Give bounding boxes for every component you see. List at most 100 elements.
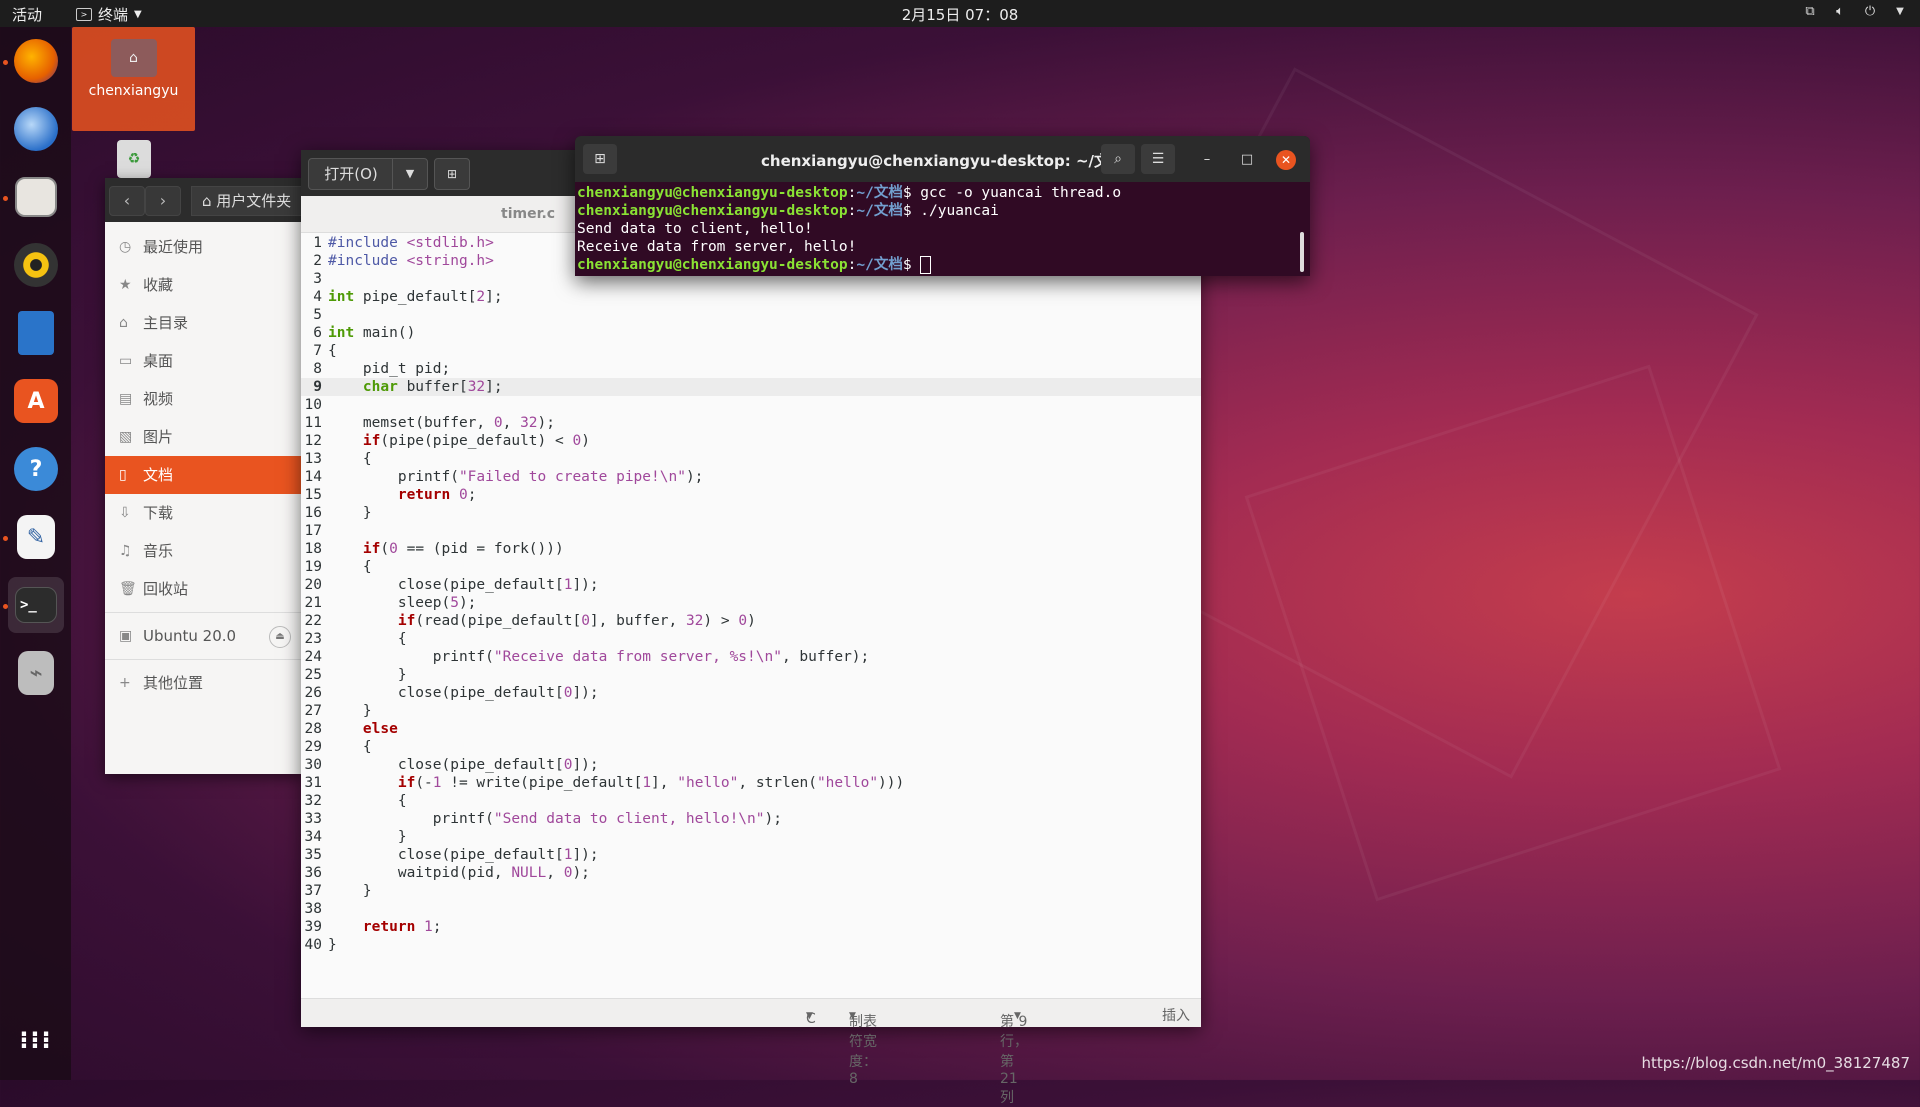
desktop-trash[interactable]: ♻ — [112, 140, 156, 180]
thunderbird-icon — [14, 107, 58, 151]
dock-writer[interactable] — [8, 305, 64, 361]
code-line[interactable]: 16 } — [301, 504, 1201, 522]
code-line[interactable]: 19 { — [301, 558, 1201, 576]
dock-usb-drive[interactable]: ⌁ — [8, 645, 64, 701]
code-view[interactable]: 1 #include <stdlib.h> 2 #include <string.h>… — [301, 234, 1201, 954]
menu-button[interactable]: ☰ — [1141, 144, 1175, 174]
code-line[interactable]: 7{ — [301, 342, 1201, 360]
maximize-icon: □ — [1240, 152, 1254, 167]
hamburger-icon: ☰ — [1151, 151, 1165, 167]
code-line[interactable]: 40} — [301, 936, 1201, 954]
sidebar-item-downloads[interactable]: ⇩ 下载 — [105, 494, 305, 532]
code-line[interactable]: 26 close(pipe_default[0]); — [301, 684, 1201, 702]
back-button[interactable]: ‹ — [109, 186, 145, 216]
star-icon: ★ — [119, 277, 132, 293]
dock-rhythmbox[interactable] — [8, 237, 64, 293]
code-line[interactable]: 39 return 1; — [301, 918, 1201, 936]
code-line[interactable]: 10 — [301, 396, 1201, 414]
desktop-home-label: chenxiangyu — [88, 83, 179, 99]
code-line[interactable]: 21 sleep(5); — [301, 594, 1201, 612]
sidebar-item-videos[interactable]: ▤ 视频 — [105, 380, 305, 418]
code-line[interactable]: 5 — [301, 306, 1201, 324]
code-line[interactable]: 12 if(pipe(pipe_default) < 0) — [301, 432, 1201, 450]
code-line[interactable]: 17 — [301, 522, 1201, 540]
breadcrumb[interactable]: ⌂ 用户文件夹 — [191, 186, 305, 216]
sidebar: ◷ 最近使用 ★ 收藏 ⌂ 主目录 ▭ 桌面 ▤ 视频 ▧ 图片 ▯ 文档 ⇩ 下载 ♫ 音乐 🗑… — [105, 222, 305, 702]
system-tray[interactable]: ⧉ 🔈︎ ⏻ ▼ — [1802, 2, 1908, 22]
sidebar-item-other-locations[interactable]: + 其他位置 — [105, 664, 305, 702]
sidebar-item-documents[interactable]: ▯ 文档 — [105, 456, 305, 494]
code-line[interactable]: 6 int main() — [301, 324, 1201, 342]
code-line[interactable]: 35 close(pipe_default[1]); — [301, 846, 1201, 864]
minimize-button[interactable]: – — [1197, 150, 1217, 170]
sidebar-item-label: 最近使用 — [143, 238, 204, 256]
dock-software[interactable]: A — [8, 373, 64, 429]
writer-icon — [18, 311, 54, 355]
code-line[interactable]: 14 printf("Failed to create pipe!\n"); — [301, 468, 1201, 486]
code-line[interactable]: 22 if(read(pipe_default[0], buffer, 32) … — [301, 612, 1201, 630]
rhythmbox-icon — [14, 243, 58, 287]
scrollbar[interactable] — [1300, 232, 1304, 272]
close-icon: ✕ — [1280, 153, 1292, 167]
clock[interactable]: 2月15日 07：08 — [0, 4, 1920, 25]
terminal-line: chenxiangyu@chenxiangyu-desktop:~/文档$ — [577, 256, 1121, 274]
dock-help[interactable]: ? — [8, 441, 64, 497]
tab-timer-c[interactable]: timer.c — [501, 206, 555, 222]
open-dropdown-button[interactable]: ▼ — [392, 158, 428, 190]
code-line[interactable]: 15 return 0; — [301, 486, 1201, 504]
close-button[interactable]: ✕ — [1276, 150, 1296, 170]
dock-files[interactable] — [8, 169, 64, 225]
open-button[interactable]: 打开(O) — [308, 158, 394, 190]
code-line[interactable]: 24 printf("Receive data from server, %s!… — [301, 648, 1201, 666]
code-line[interactable]: 9 char buffer[32]; — [301, 378, 1201, 396]
dock-thunderbird[interactable] — [8, 101, 64, 157]
sidebar-item-trash[interactable]: 🗑︎ 回收站 — [105, 570, 305, 608]
maximize-button[interactable]: □ — [1237, 150, 1257, 170]
text-editor-icon: ✎ — [17, 515, 55, 559]
dock-text-editor[interactable]: ✎ — [8, 509, 64, 565]
code-line[interactable]: 11 memset(buffer, 0, 32); — [301, 414, 1201, 432]
code-line[interactable]: 8 pid_t pid; — [301, 360, 1201, 378]
home-icon: ⌂ — [119, 315, 128, 331]
code-line[interactable]: 36 waitpid(pid, NULL, 0); — [301, 864, 1201, 882]
activities-button[interactable]: 活动 — [12, 4, 42, 25]
code-line[interactable]: 37 } — [301, 882, 1201, 900]
sidebar-item-starred[interactable]: ★ 收藏 — [105, 266, 305, 304]
code-line[interactable]: 18 if(0 == (pid = fork())) — [301, 540, 1201, 558]
sidebar-item-recent[interactable]: ◷ 最近使用 — [105, 228, 305, 266]
dock-terminal[interactable]: >_ — [8, 577, 64, 633]
code-line[interactable]: 20 close(pipe_default[1]); — [301, 576, 1201, 594]
cursor-position-label: 第 9 行，第 21 列 — [1000, 1014, 1028, 1106]
show-apps-button[interactable]: ⁝⁝⁝ — [8, 1012, 64, 1068]
app-menu[interactable]: > 终端 ▼ — [76, 4, 142, 25]
sidebar-item-home[interactable]: ⌂ 主目录 — [105, 304, 305, 342]
search-button[interactable]: ⌕ — [1101, 144, 1135, 174]
code-line[interactable]: 38 — [301, 900, 1201, 918]
dock-firefox[interactable] — [8, 33, 64, 89]
code-line[interactable]: 29 { — [301, 738, 1201, 756]
sidebar-item-drive[interactable]: ▣ Ubuntu 20.0 ⏏ — [105, 617, 305, 655]
code-line[interactable]: 28 else — [301, 720, 1201, 738]
forward-button[interactable]: › — [145, 186, 181, 216]
sidebar-item-pictures[interactable]: ▧ 图片 — [105, 418, 305, 456]
line-number: 19 — [304, 559, 322, 575]
code-line[interactable]: 25 } — [301, 666, 1201, 684]
code-line[interactable]: 32 { — [301, 792, 1201, 810]
new-document-button[interactable]: ⊞ — [434, 158, 470, 190]
code-line[interactable]: 33 printf("Send data to client, hello!\n… — [301, 810, 1201, 828]
code-line[interactable]: 34 } — [301, 828, 1201, 846]
code-line[interactable]: 27 } — [301, 702, 1201, 720]
terminal-output[interactable]: chenxiangyu@chenxiangyu-desktop:~/文档$ gc… — [577, 184, 1121, 274]
line-number: 20 — [304, 577, 322, 593]
code-line[interactable]: 23 { — [301, 630, 1201, 648]
code-line[interactable]: 30 close(pipe_default[0]); — [301, 756, 1201, 774]
sidebar-item-music[interactable]: ♫ 音乐 — [105, 532, 305, 570]
desktop-home-folder[interactable]: ⌂ chenxiangyu — [72, 27, 195, 131]
sidebar-item-label: Ubuntu 20.0 — [143, 627, 237, 645]
prompt-user: chenxiangyu@chenxiangyu-desktop — [577, 185, 848, 201]
sidebar-item-desktop[interactable]: ▭ 桌面 — [105, 342, 305, 380]
eject-icon[interactable]: ⏏ — [269, 626, 291, 648]
code-line[interactable]: 4 int pipe_default[2]; — [301, 288, 1201, 306]
code-line[interactable]: 13 { — [301, 450, 1201, 468]
code-line[interactable]: 31 if(-1 != write(pipe_default[1], "hell… — [301, 774, 1201, 792]
